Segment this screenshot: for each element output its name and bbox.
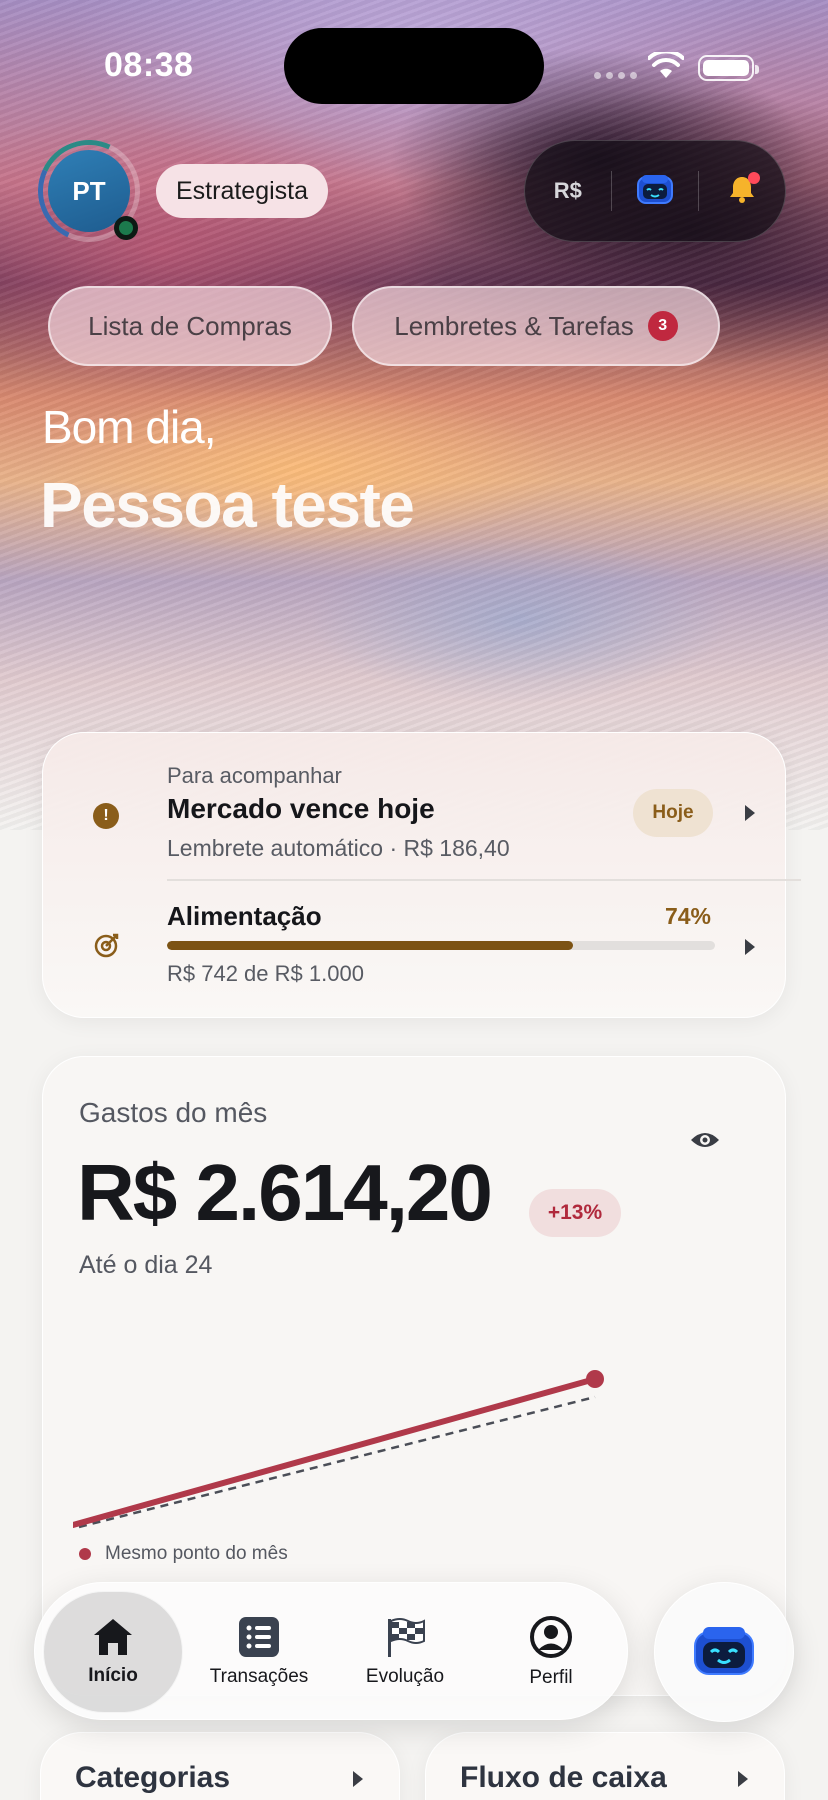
notifications-button[interactable] [699,141,785,241]
chart-legend: Mesmo ponto do mês [79,1543,288,1565]
budget-amount: R$ 742 de R$ 1.000 [167,961,364,986]
bell-icon [728,171,761,209]
previous-month-line [78,1395,596,1529]
shopping-list-chip[interactable]: Lista de Compras [48,286,332,366]
assistant-button[interactable] [612,141,698,241]
status-time: 08:38 [104,46,194,84]
spending-amount: R$ 2.614,20 [77,1148,493,1237]
chip-label: Lista de Compras [88,310,292,341]
user-circle-icon [530,1616,572,1658]
reminder-row[interactable]: ! Para acompanhar Mercado vence hoje Lem… [43,733,785,881]
user-name: Pessoa teste [40,469,415,541]
list-icon [239,1617,279,1657]
alert-icon: ! [93,803,119,829]
current-point-marker [586,1370,604,1388]
current-month-line [73,1376,598,1528]
due-today-pill: Hoje [633,789,713,837]
budget-category-name: Alimentação [167,901,322,931]
tab-perfil[interactable]: Perfil [481,1591,621,1713]
spending-subtitle: Até o dia 24 [79,1251,213,1279]
chevron-right-icon [745,805,755,821]
tab-label: Evolução [365,1666,445,1687]
spending-delta-badge: +13% [529,1189,621,1237]
legend-dot [79,1548,91,1560]
chevron-right-icon [353,1771,363,1787]
tab-label: Início [88,1665,138,1686]
dynamic-island [284,28,544,104]
reminder-title: Mercado vence hoje [167,793,435,824]
categories-card[interactable]: Categorias [40,1732,400,1800]
wifi-icon [648,52,684,78]
follow-up-overline: Para acompanhar [167,763,342,788]
currency-label: R$ [553,178,582,203]
budget-percent: 74% [664,903,711,929]
spending-label: Gastos do mês [79,1097,268,1128]
tab-label: Perfil [529,1667,573,1688]
tab-label: Transações [209,1666,309,1687]
chevron-right-icon [738,1771,748,1787]
spending-trend-chart [73,1370,604,1529]
robot-assistant-icon [694,1627,754,1675]
cash-flow-card[interactable]: Fluxo de caixa [425,1732,785,1800]
budget-row[interactable]: Alimentação 74% R$ 742 de R$ 1.000 [43,881,785,1019]
tab-evolucao[interactable]: Evolução [335,1591,475,1713]
follow-up-card: ! Para acompanhar Mercado vence hoje Lem… [42,732,801,1019]
role-badge[interactable]: Estrategista [156,164,329,218]
battery-icon [698,55,759,81]
bottom-tab-bar: Início Transações Evolução Perfil [34,1582,628,1720]
cash-flow-title: Fluxo de caixa [460,1761,667,1794]
budget-progress-bar [167,941,715,950]
home-icon [94,1619,132,1655]
assistant-fab-button[interactable] [654,1582,794,1722]
greeting: Bom dia, [42,401,217,453]
chevron-right-icon [745,939,755,955]
checkered-flag-icon [388,1618,425,1657]
cellular-signal-icon [594,72,637,79]
legend-label: Mesmo ponto do mês [105,1543,288,1564]
chip-label: Lembretes & Tarefas [394,310,634,341]
top-actions-group: R$ [524,140,786,242]
profile-avatar-button[interactable]: PT [23,125,155,257]
tab-inicio[interactable]: Início [43,1591,183,1713]
categories-title: Categorias [75,1761,231,1794]
tab-transacoes[interactable]: Transações [189,1591,329,1713]
reminders-count-badge: 3 [647,311,678,341]
notification-dot [748,171,761,184]
status-bar: 08:38 [0,0,828,130]
budget-progress-fill [167,941,573,950]
reminder-subtitle: Lembrete automático · R$ 186,40 [167,835,510,861]
reminders-tasks-chip[interactable]: Lembretes & Tarefas 3 [352,286,720,366]
robot-assistant-icon [637,175,673,204]
eye-icon[interactable] [689,1129,721,1151]
target-icon [94,933,119,958]
online-status-dot [114,216,138,240]
currency-button[interactable]: R$ [525,141,611,241]
